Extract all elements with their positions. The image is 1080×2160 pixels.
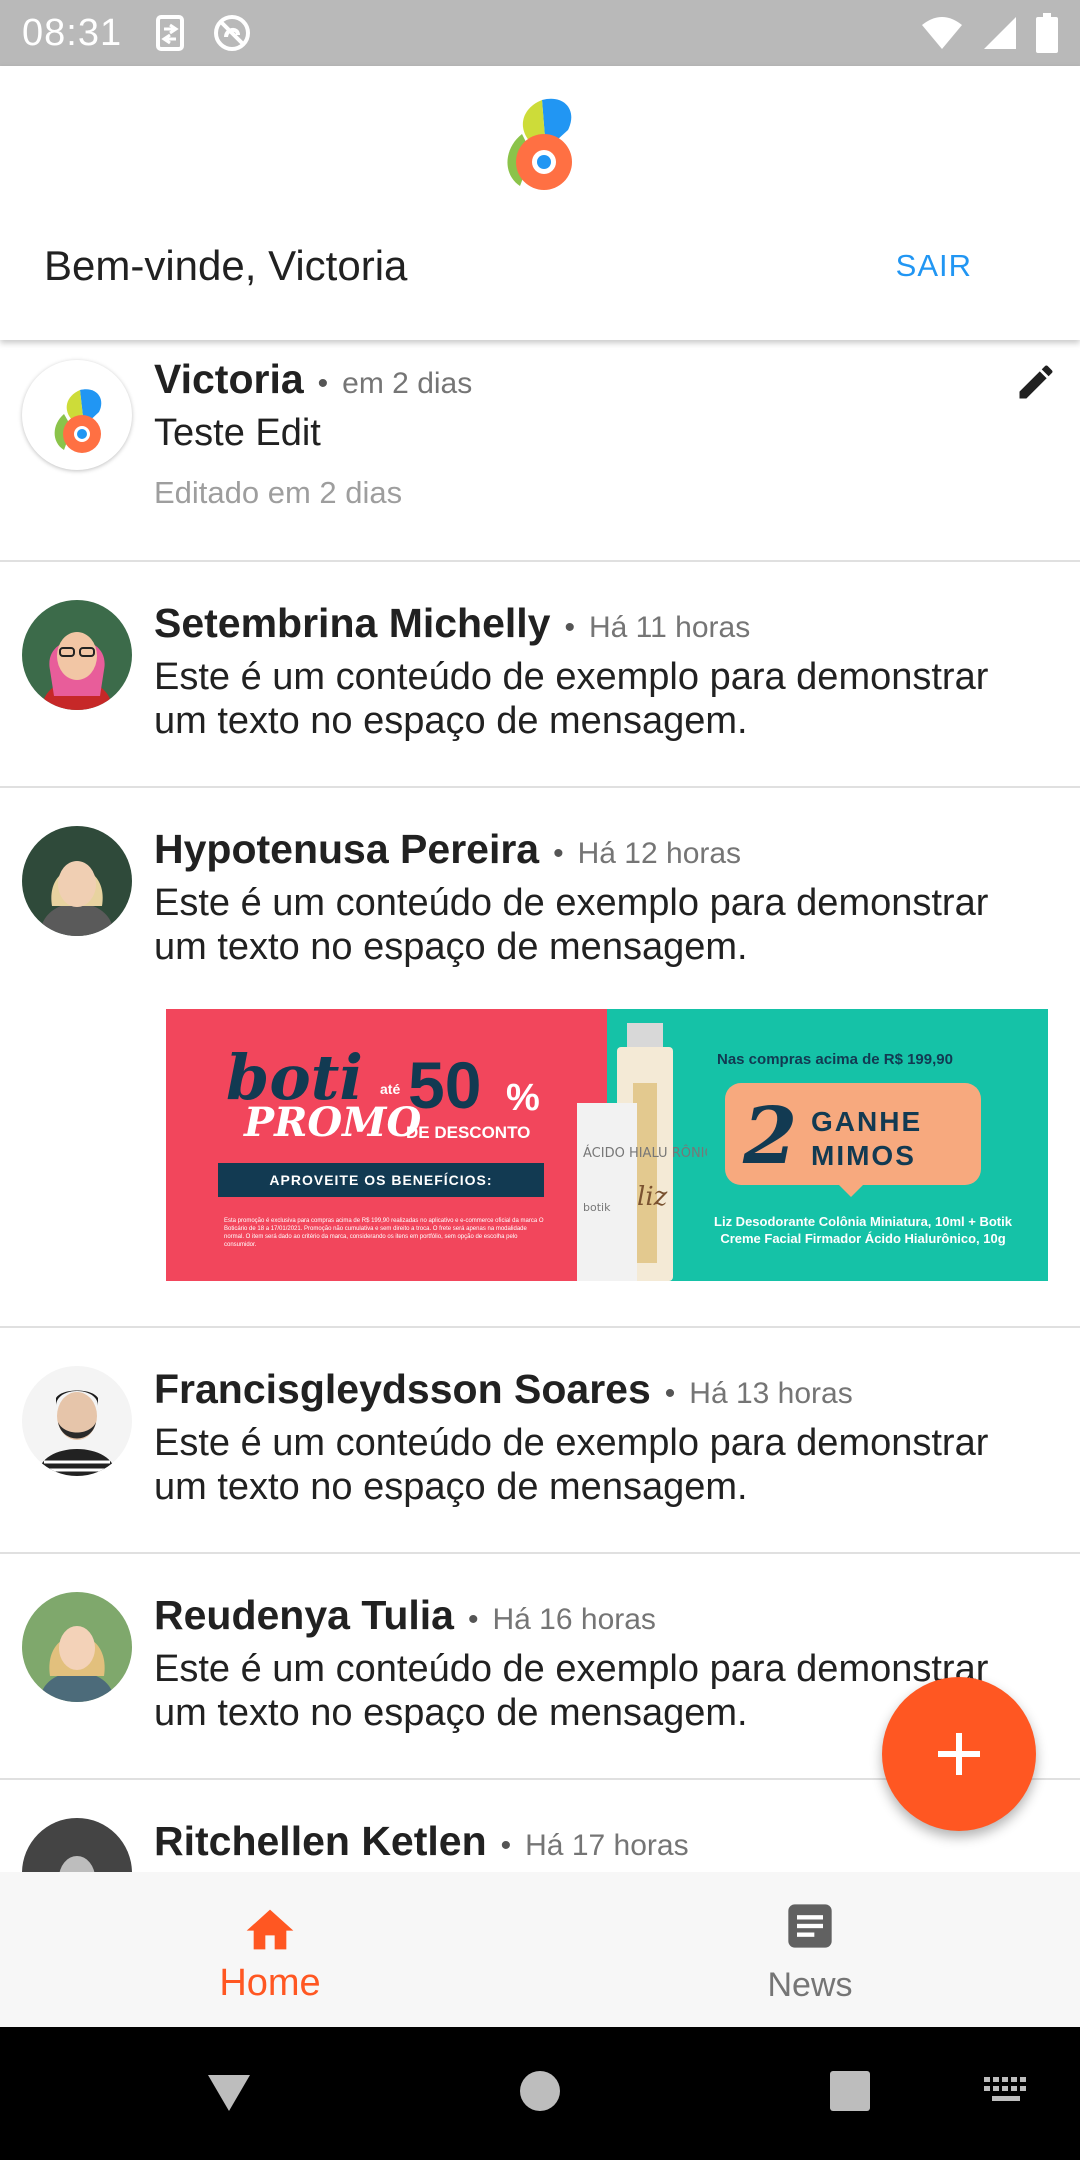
post-time: Há 13 horas xyxy=(689,1377,853,1410)
nav-home[interactable]: Home xyxy=(0,1872,540,2027)
add-post-button[interactable] xyxy=(882,1677,1036,1831)
list-item[interactable]: Victoria • em 2 dias Teste Edit Editado … xyxy=(0,340,1080,562)
add-icon xyxy=(938,1733,980,1775)
author-name: Ritchellen Ketlen xyxy=(154,1818,487,1864)
edited-label: Editado em 2 dias xyxy=(154,475,403,510)
app-logo-icon xyxy=(507,98,572,190)
logout-button[interactable]: SAIR xyxy=(896,248,972,284)
author-name: Hypotenusa Pereira xyxy=(154,826,540,872)
nav-news-label: News xyxy=(767,1966,853,2004)
product-bottles-image: ÁCIDO HIALU RÔNICO botik liz xyxy=(577,1023,707,1281)
avatar[interactable] xyxy=(22,600,132,710)
do-not-disturb-icon xyxy=(214,15,251,51)
promo-banner-left: boti PROMO até 50 % DE DESCONTO APROVEIT… xyxy=(166,1009,607,1281)
edit-pencil-icon[interactable] xyxy=(1014,360,1058,404)
news-icon xyxy=(788,1904,832,1948)
product-label: ÁCIDO HIALU RÔNICO xyxy=(583,1145,707,1161)
author-name: Setembrina Michelly xyxy=(154,600,551,646)
avatar[interactable] xyxy=(22,1366,132,1476)
product-brand-2: liz xyxy=(637,1182,668,1212)
post-time: Há 17 horas xyxy=(525,1829,689,1862)
back-icon[interactable] xyxy=(206,2069,252,2115)
promo-word: PROMO xyxy=(244,1099,422,1146)
post-time: Há 11 horas xyxy=(588,611,751,644)
post-message: Este é um conteúdo de exemplo para demon… xyxy=(154,656,989,742)
gift-details: Liz Desodorante Colônia Miniatura, 10ml … xyxy=(714,1214,1012,1246)
status-time: 08:31 xyxy=(22,11,123,54)
app-logo-icon xyxy=(54,389,102,453)
recents-icon[interactable] xyxy=(828,2069,872,2113)
gift-text: GANHE MIMOS xyxy=(811,1105,922,1173)
post-message: Teste Edit xyxy=(154,412,321,454)
sync-icon xyxy=(156,15,185,51)
avatar[interactable] xyxy=(22,1818,132,1872)
author-name: Francisgleydsson Soares xyxy=(154,1366,651,1412)
signal-icon xyxy=(984,17,1016,49)
post-time: em 2 dias xyxy=(342,367,473,400)
battery-icon xyxy=(1036,13,1058,53)
avatar-photo xyxy=(22,1366,132,1476)
feed-list[interactable]: Victoria • em 2 dias Teste Edit Editado … xyxy=(0,340,1080,1872)
separator-dot: • xyxy=(467,1603,479,1636)
promo-ate: até xyxy=(380,1081,401,1097)
author-name: Reudenya Tulia xyxy=(154,1592,454,1638)
list-item[interactable]: Hypotenusa Pereira • Há 12 horas Este é … xyxy=(0,788,1080,1328)
promo-banner-right: ÁCIDO HIALU RÔNICO botik liz Nas compras… xyxy=(577,1009,1048,1281)
wifi-icon xyxy=(922,17,962,49)
promo-desconto: DE DESCONTO xyxy=(406,1123,531,1142)
nav-news[interactable]: News xyxy=(540,1872,1080,2027)
avatar-photo xyxy=(22,826,132,936)
author-name: Victoria xyxy=(154,356,304,402)
keyboard-icon[interactable] xyxy=(984,2077,1028,2105)
status-bar: 08:31 xyxy=(0,0,1080,66)
avatar[interactable] xyxy=(22,1592,132,1702)
welcome-text: Bem-vinde, Victoria xyxy=(44,242,408,289)
product-brand-1: botik xyxy=(583,1201,611,1214)
list-item[interactable]: Francisgleydsson Soares • Há 13 horas Es… xyxy=(0,1328,1080,1554)
avatar-photo xyxy=(22,1818,132,1872)
separator-dot: • xyxy=(564,611,575,644)
post-message: Este é um conteúdo de exemplo para demon… xyxy=(154,882,989,968)
separator-dot: • xyxy=(553,837,564,870)
promo-percent: % xyxy=(506,1077,540,1119)
separator-dot: • xyxy=(664,1377,676,1410)
system-navigation-bar xyxy=(0,2027,1080,2160)
separator-dot: • xyxy=(500,1829,512,1862)
separator-dot: • xyxy=(317,367,329,400)
avatar[interactable] xyxy=(22,360,132,470)
home-button-icon[interactable] xyxy=(518,2069,562,2113)
promo-discount: 50 xyxy=(408,1048,482,1122)
gift-bubble-tail xyxy=(837,1183,865,1197)
bottom-navigation: Home News xyxy=(0,1872,1080,2027)
promo-banner-image[interactable]: boti PROMO até 50 % DE DESCONTO APROVEIT… xyxy=(166,1009,1048,1281)
list-item[interactable]: Setembrina Michelly • Há 11 horas Este é… xyxy=(0,562,1080,788)
post-time: Há 12 horas xyxy=(577,837,742,870)
gift-count: 2 xyxy=(743,1091,798,1182)
nav-home-label: Home xyxy=(219,1962,321,2004)
avatar-photo xyxy=(22,1592,132,1702)
promo-fineprint: Esta promoção é exclusiva para compras a… xyxy=(224,1218,544,1248)
post-message: Este é um conteúdo de exemplo para demon… xyxy=(154,1422,989,1508)
promo-compras: Nas compras acima de R$ 199,90 xyxy=(717,1051,953,1068)
promo-cta: APROVEITE OS BENEFÍCIOS: xyxy=(218,1163,544,1197)
home-icon xyxy=(246,1909,294,1950)
gift-text-1: GANHE xyxy=(811,1106,923,1137)
post-time: Há 16 horas xyxy=(492,1603,656,1636)
avatar[interactable] xyxy=(22,826,132,936)
gift-text-2: MIMOS xyxy=(811,1140,916,1171)
app-header: Bem-vinde, Victoria SAIR xyxy=(0,66,1080,340)
avatar-photo xyxy=(22,600,132,710)
